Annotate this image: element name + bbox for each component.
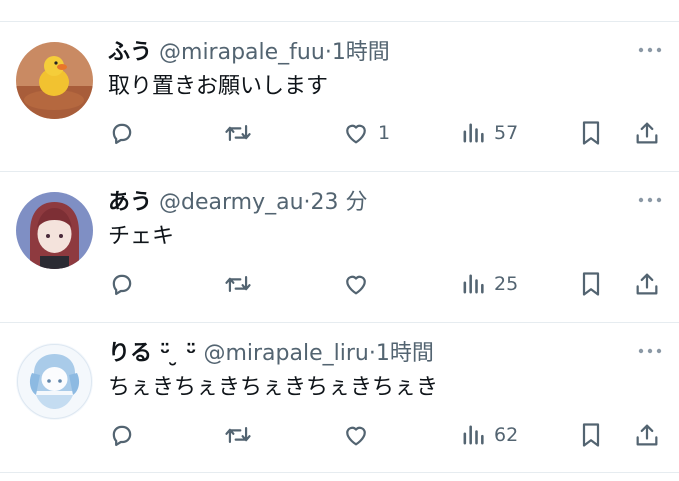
share-button[interactable] (633, 419, 661, 451)
reply-button[interactable] (108, 268, 136, 300)
tweet-header: ふう @mirapale_fuu·1時間 (108, 38, 390, 68)
analytics-icon (463, 425, 484, 445)
timeline-feed: ふう @mirapale_fuu·1時間 取り置きお願いします 1 57 あう … (0, 0, 679, 481)
action-bar: 62 (108, 419, 663, 451)
action-bar: 1 57 (108, 117, 663, 149)
timestamp[interactable]: 23 分 (311, 190, 368, 215)
display-name[interactable]: りる ᵕ̈ ̮ ᵕ̈ (108, 341, 196, 366)
more-options-icon[interactable] (637, 343, 663, 355)
avatar[interactable] (16, 192, 93, 269)
separator-dot: · (368, 341, 376, 366)
separator-dot: · (324, 40, 332, 65)
tweet-header: あう @dearmy_au·23 分 (108, 188, 368, 218)
bookmark-button[interactable] (578, 117, 604, 149)
retweet-button[interactable] (223, 419, 253, 451)
user-handle[interactable]: @dearmy_au (159, 190, 304, 215)
retweet-button[interactable] (223, 117, 253, 149)
more-options-icon[interactable] (637, 42, 663, 54)
retweet-icon (225, 275, 251, 293)
reply-button[interactable] (108, 419, 136, 451)
user-handle[interactable]: @mirapale_fuu (159, 40, 325, 65)
share-icon (636, 122, 658, 144)
views-button[interactable]: 62 (460, 419, 518, 451)
tweet[interactable]: ふう @mirapale_fuu·1時間 取り置きお願いします 1 57 (0, 22, 679, 172)
display-name[interactable]: ふう (108, 40, 152, 65)
display-name[interactable]: あう (108, 190, 152, 215)
tweet-content: あう @dearmy_au·23 分 チェキ 25 (108, 188, 663, 308)
views-button[interactable]: 25 (460, 268, 518, 300)
timestamp[interactable]: 1時間 (332, 40, 390, 65)
heart-icon (346, 124, 366, 144)
reply-icon (112, 123, 132, 145)
like-button[interactable]: 1 (342, 117, 390, 149)
tweet-text: ちぇきちぇきちぇきちぇきちぇき (108, 375, 439, 400)
like-count: 1 (378, 122, 391, 144)
divider (0, 472, 679, 473)
retweet-icon (225, 426, 251, 444)
bookmark-button[interactable] (578, 268, 604, 300)
user-handle[interactable]: @mirapale_liru (203, 341, 368, 366)
heart-icon (346, 275, 366, 295)
like-button[interactable] (342, 419, 378, 451)
view-count: 57 (494, 122, 519, 144)
share-button[interactable] (633, 117, 661, 149)
reply-icon (112, 425, 132, 447)
analytics-icon (463, 123, 484, 143)
avatar[interactable] (16, 42, 93, 119)
tweet-content: りる ᵕ̈ ̮ ᵕ̈ @mirapale_liru·1時間 ちぇきちぇきちぇきち… (108, 339, 663, 459)
share-button[interactable] (633, 268, 661, 300)
tweet-header: りる ᵕ̈ ̮ ᵕ̈ @mirapale_liru·1時間 (108, 339, 434, 369)
views-button[interactable]: 57 (460, 117, 518, 149)
share-icon (636, 424, 658, 446)
reply-button[interactable] (108, 117, 136, 149)
like-button[interactable] (342, 268, 378, 300)
timestamp[interactable]: 1時間 (376, 341, 434, 366)
tweet-content: ふう @mirapale_fuu·1時間 取り置きお願いします 1 57 (108, 38, 663, 158)
tweet-text: 取り置きお願いします (108, 74, 329, 99)
retweet-button[interactable] (223, 268, 253, 300)
tweet[interactable]: りる ᵕ̈ ̮ ᵕ̈ @mirapale_liru·1時間 ちぇきちぇきちぇきち… (0, 323, 679, 473)
anime-girl-avatar-image (16, 192, 93, 269)
separator-dot: · (303, 190, 311, 215)
view-count: 62 (494, 424, 519, 446)
avatar[interactable] (16, 343, 93, 420)
action-bar: 25 (108, 268, 663, 300)
reply-icon (112, 274, 132, 296)
more-options-icon[interactable] (637, 192, 663, 204)
bookmark-icon (582, 121, 600, 145)
blue-character-avatar-image (16, 343, 93, 420)
duck-avatar-image (16, 42, 93, 119)
view-count: 25 (494, 273, 519, 295)
bookmark-icon (582, 272, 600, 296)
retweet-icon (225, 124, 251, 142)
bookmark-button[interactable] (578, 419, 604, 451)
tweet[interactable]: あう @dearmy_au·23 分 チェキ 25 (0, 172, 679, 322)
bookmark-icon (582, 423, 600, 447)
heart-icon (346, 426, 366, 446)
share-icon (636, 273, 658, 295)
tweet-text: チェキ (108, 224, 175, 249)
analytics-icon (463, 274, 484, 294)
